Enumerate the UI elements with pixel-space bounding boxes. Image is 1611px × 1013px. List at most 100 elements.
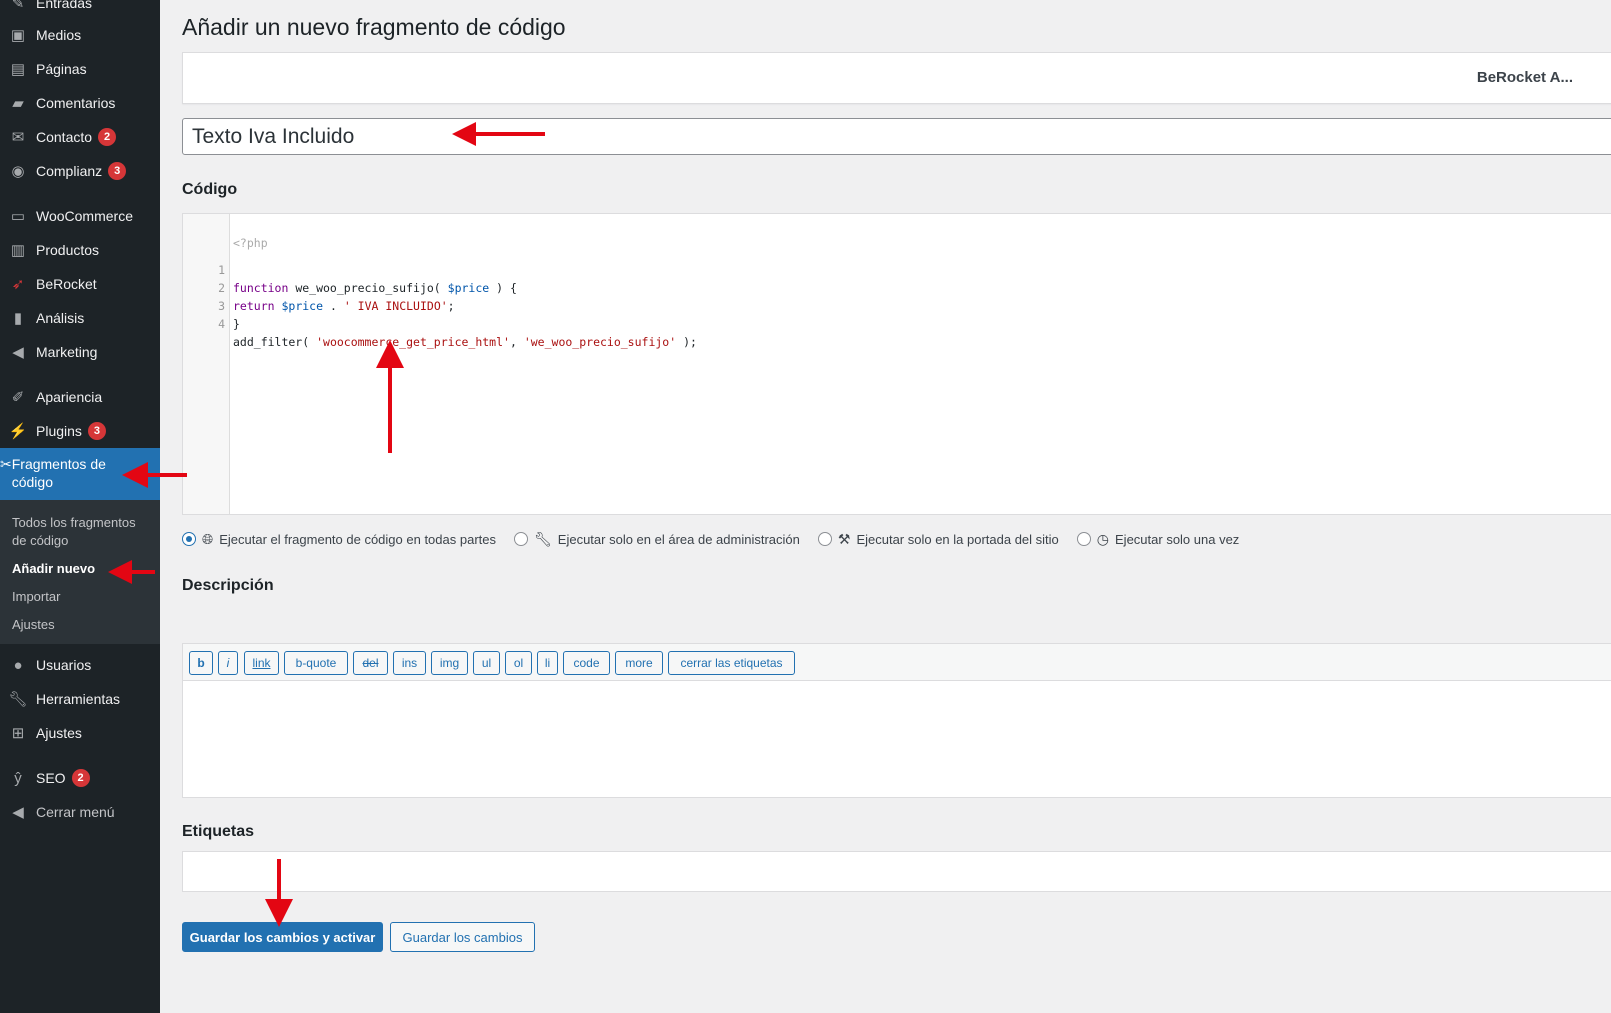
qt-li-button[interactable]: li <box>537 651 558 675</box>
menu-contacto[interactable]: ✉ Contacto 2 <box>0 122 160 152</box>
menu-label: Productos <box>36 242 100 258</box>
menu-label: Marketing <box>36 344 98 360</box>
code-text: } <box>233 317 240 331</box>
admin-sidebar: ✎ Entradas ▣ Medios ▤ Páginas ▰ Comentar… <box>0 0 160 1013</box>
menu-label: Usuarios <box>36 657 92 673</box>
php-open-tag: <?php <box>233 236 268 250</box>
menu-seo[interactable]: ŷ SEO 2 <box>0 763 160 793</box>
menu-label: Fragmentos de código <box>11 456 106 490</box>
qt-bold-button[interactable]: b <box>189 651 213 675</box>
tags-input[interactable] <box>182 851 1611 892</box>
menu-entradas[interactable]: ✎ Entradas <box>0 0 160 18</box>
menu-label: Cerrar menú <box>36 804 115 820</box>
count-badge: 3 <box>108 162 127 180</box>
menu-label: Complianz <box>36 163 103 179</box>
submenu-ajustes[interactable]: Ajustes <box>12 616 152 634</box>
menu-comentarios[interactable]: ▰ Comentarios <box>0 88 160 118</box>
menu-apariencia[interactable]: ✐ Apariencia <box>0 382 160 412</box>
qt-close-tags-button[interactable]: cerrar las etiquetas <box>668 651 795 675</box>
snippet-title-input[interactable] <box>182 118 1611 155</box>
menu-ajustes[interactable]: ⊞ Ajustes <box>0 718 160 748</box>
qt-del-button[interactable]: del <box>353 651 388 675</box>
submenu-anadir-nuevo[interactable]: Añadir nuevo <box>12 560 152 578</box>
scope-radio[interactable] <box>817 532 832 546</box>
code-open-tag: <?php <box>183 216 268 250</box>
menu-label: BeRocket <box>36 276 97 292</box>
woo-icon: ▭ <box>10 208 26 225</box>
yoast-icon: ŷ <box>14 769 22 787</box>
menu-label: Medios <box>36 27 82 43</box>
scope-everywhere[interactable]: 🌐︎ Ejecutar el fragmento de código en to… <box>182 531 496 548</box>
qt-bquote-button[interactable]: b-quote <box>284 651 348 675</box>
count-badge: 2 <box>98 128 117 146</box>
collapse-icon: ◀ <box>12 804 24 821</box>
code-line: 3 } <box>183 279 240 331</box>
page-title: Añadir un nuevo fragmento de código <box>182 14 566 40</box>
code-line: 1 function we_woo_precio_sufijo( $price … <box>183 243 517 295</box>
scope-label: Ejecutar solo en el área de administraci… <box>557 531 800 547</box>
scope-radio[interactable] <box>514 532 528 546</box>
count-badge: 2 <box>71 769 90 787</box>
menu-berocket[interactable]: ➶ BeRocket <box>0 269 160 299</box>
qt-img-button[interactable]: img <box>431 651 468 675</box>
scope-radio[interactable] <box>1076 532 1091 546</box>
code-editor[interactable]: <?php 1 function we_woo_precio_sufijo( $… <box>182 213 1611 515</box>
hammer-icon: ⚒ <box>837 530 851 547</box>
scope-radio[interactable] <box>182 532 196 546</box>
code-line: 2 return $price . ' IVA INCLUIDO'; <box>183 261 455 313</box>
tags-heading: Etiquetas <box>182 823 255 840</box>
scope-once[interactable]: ◷ Ejecutar solo una vez <box>1076 530 1240 548</box>
qt-ol-button[interactable]: ol <box>505 651 532 675</box>
menu-fragmentos-active[interactable]: ✂ Fragmentos de código <box>0 448 160 500</box>
pin-icon: ✎ <box>11 0 25 12</box>
count-badge: 3 <box>87 422 106 440</box>
menu-woocommerce[interactable]: ▭ WooCommerce <box>0 201 160 231</box>
scope-frontend[interactable]: ⚒ Ejecutar solo en la portada del sitio <box>817 530 1059 548</box>
submenu-importar[interactable]: Importar <box>12 588 152 606</box>
line-number: 4 <box>218 317 225 331</box>
menu-complianz[interactable]: ◉ Complianz 3 <box>0 156 160 186</box>
wrench-icon: 🔧︎ <box>8 691 28 708</box>
qt-more-button[interactable]: more <box>615 651 663 675</box>
wrench-icon: 🔧︎ <box>534 530 552 547</box>
menu-analisis[interactable]: ▮ Análisis <box>0 303 160 333</box>
rocket-icon: ➶ <box>11 276 25 293</box>
menu-medios[interactable]: ▣ Medios <box>0 20 160 50</box>
qt-link-button[interactable]: link <box>244 651 279 675</box>
menu-label: Herramientas <box>36 691 121 707</box>
page-icon: ▤ <box>10 61 26 78</box>
menu-usuarios[interactable]: ● Usuarios <box>0 650 160 680</box>
comment-icon: ▰ <box>12 95 24 112</box>
menu-label: Apariencia <box>36 389 103 405</box>
clock-icon: ◷ <box>1096 530 1110 547</box>
mail-icon: ✉ <box>11 129 25 146</box>
qt-code-button[interactable]: code <box>563 651 610 675</box>
scope-label: Ejecutar solo en la portada del sitio <box>856 531 1059 547</box>
menu-productos[interactable]: ▥ Productos <box>0 235 160 265</box>
notice-box: BeRocket A... <box>182 52 1611 104</box>
save-button[interactable]: Guardar los cambios <box>390 922 535 952</box>
plugin-icon: ⚡ <box>8 423 28 440</box>
menu-paginas[interactable]: ▤ Páginas <box>0 54 160 84</box>
scope-admin[interactable]: 🔧︎ Ejecutar solo en el área de administr… <box>514 531 800 548</box>
code-line: 4 add_filter( 'woocommerce_get_price_htm… <box>183 297 697 349</box>
scope-label: Ejecutar solo una vez <box>1115 531 1240 547</box>
menu-label: Páginas <box>36 61 87 77</box>
description-textarea[interactable] <box>182 680 1611 798</box>
code-text: add_filter( 'woocommerce_get_price_html'… <box>233 335 697 349</box>
user-icon: ● <box>13 656 23 674</box>
menu-cerrar[interactable]: ◀ Cerrar menú <box>0 797 160 827</box>
qt-ul-button[interactable]: ul <box>473 651 500 675</box>
menu-herramientas[interactable]: 🔧︎ Herramientas <box>0 684 160 714</box>
description-heading: Descripción <box>182 577 274 594</box>
submenu-todos[interactable]: Todos los fragmentos de código <box>12 514 152 550</box>
menu-plugins[interactable]: ⚡ Plugins 3 <box>0 416 160 446</box>
submenu-fragmentos: Todos los fragmentos de código Añadir nu… <box>0 500 160 644</box>
qt-italic-button[interactable]: i <box>218 651 238 675</box>
settings-icon: ⊞ <box>11 725 25 742</box>
menu-label: Plugins <box>36 423 82 439</box>
menu-marketing[interactable]: ◀ Marketing <box>0 337 160 367</box>
save-and-activate-button[interactable]: Guardar los cambios y activar <box>182 922 383 952</box>
qt-ins-button[interactable]: ins <box>393 651 426 675</box>
brush-icon: ✐ <box>11 389 25 406</box>
